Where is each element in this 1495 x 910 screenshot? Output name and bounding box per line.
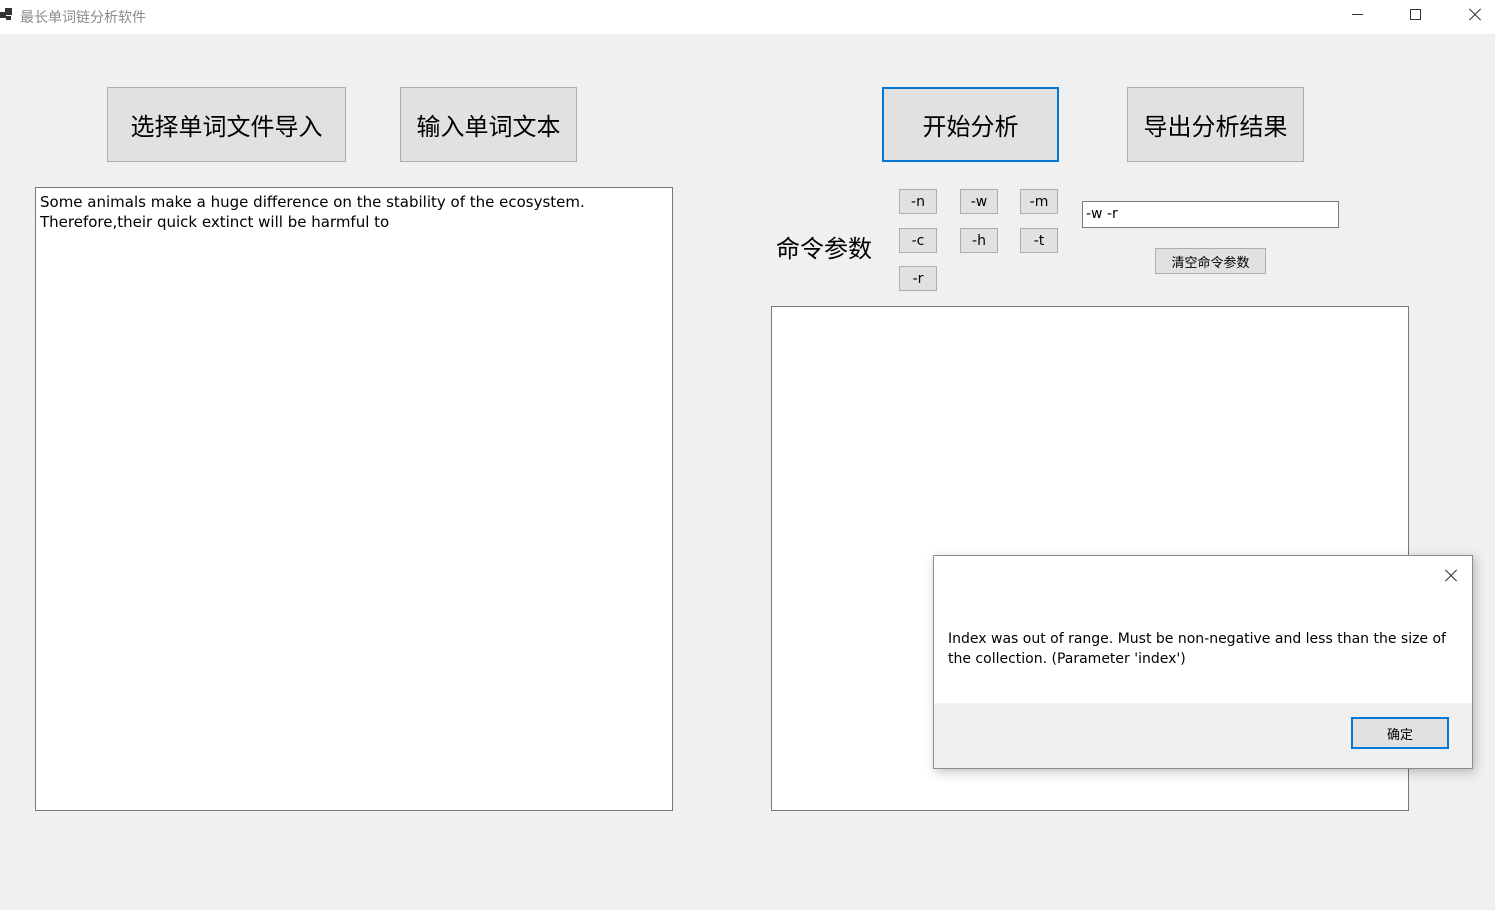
error-message: Index was out of range. Must be non-nega… <box>948 631 1446 667</box>
maximize-icon[interactable] <box>1387 0 1445 30</box>
error-dialog: Index was out of range. Must be non-nega… <box>933 555 1473 769</box>
flag-n-button[interactable]: -n <box>899 189 937 214</box>
export-results-button[interactable]: 导出分析结果 <box>1127 87 1304 162</box>
close-icon[interactable] <box>1445 0 1495 30</box>
close-icon[interactable] <box>1439 565 1463 587</box>
input-text-button[interactable]: 输入单词文本 <box>400 87 577 162</box>
command-params-input[interactable]: -w -r <box>1082 201 1339 228</box>
ok-button[interactable]: 确定 <box>1351 717 1449 749</box>
window-title: 最长单词链分析软件 <box>20 10 146 26</box>
flag-m-button[interactable]: -m <box>1020 189 1058 214</box>
command-params-label: 命令参数 <box>776 235 872 263</box>
app-icon <box>0 7 14 21</box>
flag-w-button[interactable]: -w <box>960 189 998 214</box>
start-analysis-button[interactable]: 开始分析 <box>882 87 1059 162</box>
flag-r-button[interactable]: -r <box>899 266 937 291</box>
flag-c-button[interactable]: -c <box>899 228 937 253</box>
import-file-button[interactable]: 选择单词文件导入 <box>107 87 346 162</box>
title-bar: 最长单词链分析软件 <box>0 0 1495 34</box>
word-input-textbox[interactable]: Some animals make a huge difference on t… <box>35 187 673 811</box>
word-input-text: Some animals make a huge difference on t… <box>40 193 585 231</box>
clear-params-button[interactable]: 清空命令参数 <box>1155 248 1266 274</box>
flag-h-button[interactable]: -h <box>960 228 998 253</box>
flag-t-button[interactable]: -t <box>1020 228 1058 253</box>
minimize-icon[interactable] <box>1329 0 1387 30</box>
